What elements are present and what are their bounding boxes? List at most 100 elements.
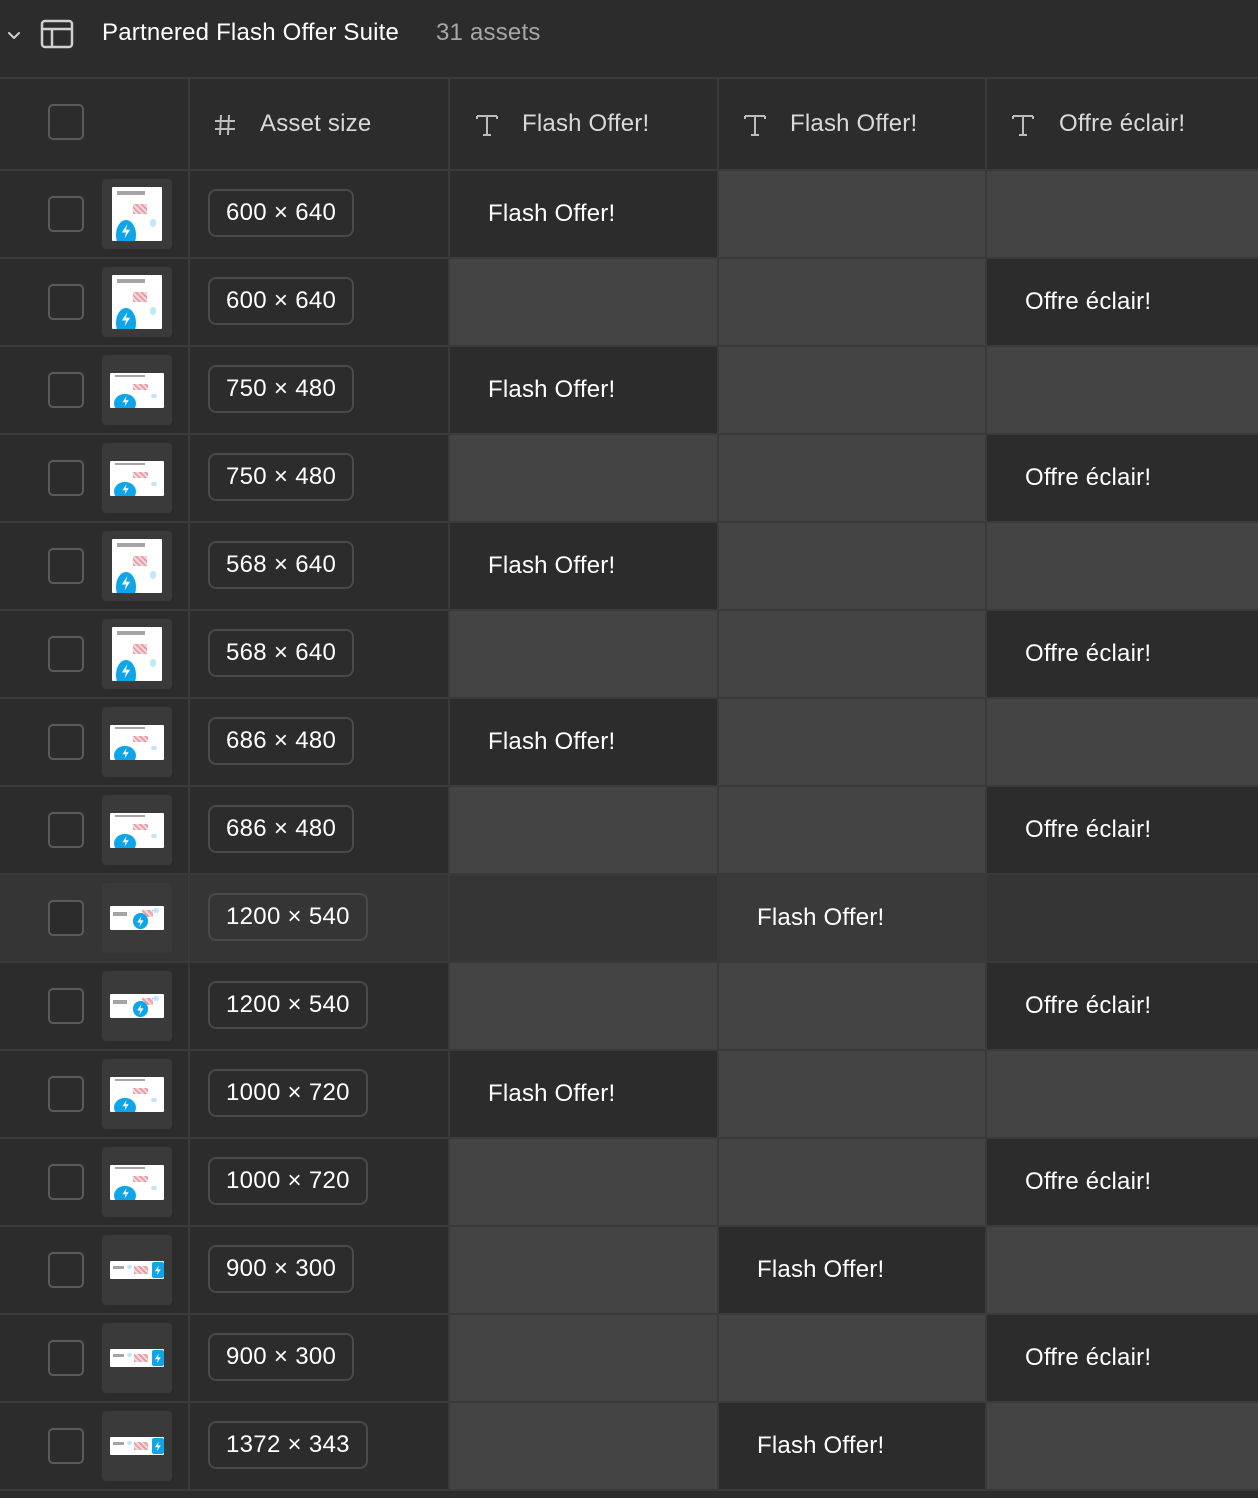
asset-thumbnail[interactable] <box>102 1323 172 1393</box>
asset-thumbnail[interactable] <box>102 1059 172 1129</box>
asset-thumbnail[interactable] <box>102 179 172 249</box>
asset-thumbnail[interactable] <box>102 1235 172 1305</box>
flash-offer-2-cell[interactable] <box>719 523 987 609</box>
offre-eclair-cell[interactable]: Offre éclair! <box>987 1139 1258 1225</box>
offre-eclair-cell[interactable]: Offre éclair! <box>987 1315 1258 1401</box>
asset-thumbnail[interactable] <box>102 443 172 513</box>
asset-size-cell[interactable]: 568 × 640 <box>190 611 450 697</box>
flash-offer-2-cell[interactable] <box>719 259 987 345</box>
table-row[interactable]: 1200 × 540 Offre éclair! <box>0 963 1258 1051</box>
flash-offer-2-cell[interactable] <box>719 787 987 873</box>
flash-offer-1-cell[interactable] <box>450 1403 719 1489</box>
table-row[interactable]: 1372 × 343 Flash Offer! <box>0 1403 1258 1491</box>
row-checkbox[interactable] <box>48 372 84 408</box>
asset-thumbnail[interactable] <box>102 1411 172 1481</box>
column-header-flash-offer-2[interactable]: Flash Offer! <box>719 79 987 169</box>
flash-offer-1-cell[interactable] <box>450 787 719 873</box>
column-header-asset-size[interactable]: Asset size <box>190 79 450 169</box>
asset-thumbnail[interactable] <box>102 707 172 777</box>
column-header-offre-eclair[interactable]: Offre éclair! <box>987 79 1258 169</box>
asset-size-cell[interactable]: 1200 × 540 <box>190 963 450 1049</box>
asset-thumbnail[interactable] <box>102 267 172 337</box>
asset-thumbnail[interactable] <box>102 619 172 689</box>
asset-size-cell[interactable]: 1372 × 343 <box>190 1403 450 1489</box>
table-row[interactable]: 600 × 640 Offre éclair! <box>0 259 1258 347</box>
flash-offer-2-cell[interactable]: Flash Offer! <box>719 1403 987 1489</box>
asset-thumbnail[interactable] <box>102 355 172 425</box>
offre-eclair-cell[interactable]: Offre éclair! <box>987 611 1258 697</box>
asset-thumbnail[interactable] <box>102 531 172 601</box>
offre-eclair-cell[interactable] <box>987 171 1258 257</box>
row-checkbox[interactable] <box>48 548 84 584</box>
offre-eclair-cell[interactable] <box>987 875 1258 961</box>
table-row[interactable]: 900 × 300 Flash Offer! <box>0 1227 1258 1315</box>
offre-eclair-cell[interactable] <box>987 1403 1258 1489</box>
flash-offer-2-cell[interactable] <box>719 963 987 1049</box>
flash-offer-1-cell[interactable] <box>450 611 719 697</box>
flash-offer-1-cell[interactable]: Flash Offer! <box>450 699 719 785</box>
column-header-flash-offer-1[interactable]: Flash Offer! <box>450 79 719 169</box>
flash-offer-2-cell[interactable] <box>719 1051 987 1137</box>
offre-eclair-cell[interactable] <box>987 1227 1258 1313</box>
asset-size-cell[interactable]: 900 × 300 <box>190 1227 450 1313</box>
offre-eclair-cell[interactable]: Offre éclair! <box>987 963 1258 1049</box>
table-row[interactable]: 1200 × 540 Flash Offer! <box>0 875 1258 963</box>
select-all-checkbox[interactable] <box>48 104 84 140</box>
asset-size-cell[interactable]: 1000 × 720 <box>190 1139 450 1225</box>
asset-size-cell[interactable]: 686 × 480 <box>190 787 450 873</box>
flash-offer-1-cell[interactable] <box>450 259 719 345</box>
offre-eclair-cell[interactable] <box>987 523 1258 609</box>
asset-size-cell[interactable]: 1000 × 720 <box>190 1051 450 1137</box>
asset-size-cell[interactable]: 900 × 300 <box>190 1315 450 1401</box>
flash-offer-1-cell[interactable] <box>450 435 719 521</box>
row-checkbox[interactable] <box>48 1164 84 1200</box>
asset-thumbnail[interactable] <box>102 1147 172 1217</box>
offre-eclair-cell[interactable] <box>987 347 1258 433</box>
asset-size-cell[interactable]: 568 × 640 <box>190 523 450 609</box>
flash-offer-1-cell[interactable]: Flash Offer! <box>450 347 719 433</box>
flash-offer-1-cell[interactable] <box>450 875 719 961</box>
asset-size-cell[interactable]: 750 × 480 <box>190 435 450 521</box>
row-checkbox[interactable] <box>48 988 84 1024</box>
row-checkbox[interactable] <box>48 460 84 496</box>
asset-thumbnail[interactable] <box>102 971 172 1041</box>
flash-offer-1-cell[interactable]: Flash Offer! <box>450 171 719 257</box>
flash-offer-1-cell[interactable] <box>450 1139 719 1225</box>
flash-offer-2-cell[interactable] <box>719 171 987 257</box>
row-checkbox[interactable] <box>48 812 84 848</box>
table-row[interactable]: 900 × 300 Offre éclair! <box>0 1315 1258 1403</box>
table-row[interactable]: 568 × 640 Offre éclair! <box>0 611 1258 699</box>
row-checkbox[interactable] <box>48 636 84 672</box>
flash-offer-1-cell[interactable] <box>450 1227 719 1313</box>
flash-offer-2-cell[interactable]: Flash Offer! <box>719 875 987 961</box>
flash-offer-2-cell[interactable] <box>719 347 987 433</box>
table-row[interactable]: 568 × 640 Flash Offer! <box>0 523 1258 611</box>
offre-eclair-cell[interactable]: Offre éclair! <box>987 259 1258 345</box>
flash-offer-2-cell[interactable] <box>719 699 987 785</box>
flash-offer-2-cell[interactable]: Flash Offer! <box>719 1227 987 1313</box>
flash-offer-1-cell[interactable]: Flash Offer! <box>450 523 719 609</box>
offre-eclair-cell[interactable]: Offre éclair! <box>987 787 1258 873</box>
row-checkbox[interactable] <box>48 900 84 936</box>
row-checkbox[interactable] <box>48 1340 84 1376</box>
table-row[interactable]: 686 × 480 Flash Offer! <box>0 699 1258 787</box>
asset-size-cell[interactable]: 600 × 640 <box>190 171 450 257</box>
flash-offer-2-cell[interactable] <box>719 611 987 697</box>
table-row[interactable]: 750 × 480 Offre éclair! <box>0 435 1258 523</box>
row-checkbox[interactable] <box>48 1428 84 1464</box>
offre-eclair-cell[interactable] <box>987 1051 1258 1137</box>
asset-size-cell[interactable]: 686 × 480 <box>190 699 450 785</box>
asset-size-cell[interactable]: 600 × 640 <box>190 259 450 345</box>
flash-offer-2-cell[interactable] <box>719 1139 987 1225</box>
offre-eclair-cell[interactable] <box>987 699 1258 785</box>
row-checkbox[interactable] <box>48 1252 84 1288</box>
asset-size-cell[interactable]: 750 × 480 <box>190 347 450 433</box>
table-row[interactable]: 686 × 480 Offre éclair! <box>0 787 1258 875</box>
row-checkbox[interactable] <box>48 1076 84 1112</box>
asset-thumbnail[interactable] <box>102 795 172 865</box>
asset-thumbnail[interactable] <box>102 883 172 953</box>
chevron-down-icon[interactable] <box>6 27 22 43</box>
offre-eclair-cell[interactable]: Offre éclair! <box>987 435 1258 521</box>
table-row[interactable]: 1000 × 720 Offre éclair! <box>0 1139 1258 1227</box>
row-checkbox[interactable] <box>48 196 84 232</box>
